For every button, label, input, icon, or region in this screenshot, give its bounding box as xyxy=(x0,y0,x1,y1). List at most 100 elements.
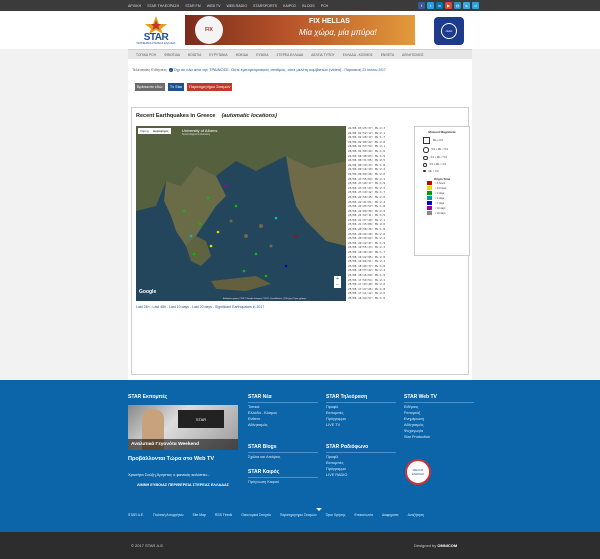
main-nav-item[interactable]: ΑΘΛΗΤΙΣΜΟΣ xyxy=(402,53,424,57)
email-icon[interactable]: @ xyxy=(454,2,461,9)
footer-link[interactable]: Διαφημιστε xyxy=(382,513,399,517)
designed-by-label: Designed by xyxy=(414,543,437,548)
facebook-icon[interactable]: f xyxy=(418,2,425,9)
skype-icon[interactable]: s xyxy=(463,2,470,9)
breadcrumb-button[interactable]: Tv Star xyxy=(167,83,185,91)
footer-column-link[interactable]: Αθλητισμός xyxy=(248,423,318,427)
digg-icon[interactable]: d xyxy=(472,2,479,9)
footer-column-link[interactable]: Ειδήσεις xyxy=(404,405,474,409)
footer-column-link[interactable]: Πρόγραμμα xyxy=(326,467,396,471)
legend-mag-row: ML < 3.0 xyxy=(415,170,469,173)
footer-column-link[interactable]: Αθλητισμός xyxy=(404,423,474,427)
main-nav-item[interactable]: ΕΥΒΟΙΑ xyxy=(256,53,268,57)
main-nav-item[interactable]: ΒΟΙΩΤΙΑ xyxy=(188,53,201,57)
footer-column-link[interactable]: Προφίλ xyxy=(326,405,396,409)
footer-link[interactable]: RSS Feeds xyxy=(215,513,232,517)
earthquake-map[interactable]: Χάρτης Δορυφόρος University of Athens Se… xyxy=(136,126,346,301)
webtv-item-1[interactable]: Χρυσήτα Σούζη,Χρηστος ο φανικός καλύπτει… xyxy=(128,472,210,477)
ticker-headline[interactable]: Όχι σε όλα από την ΤΡΑΙΝΟΣΕ. Ούτε εμπορε… xyxy=(174,67,342,72)
footer-column-link[interactable]: Πρόγραμμα xyxy=(326,417,396,421)
footer-link[interactable]: Παρατηρητήριο Σεισμών xyxy=(280,513,317,517)
footer-column-link[interactable]: LIVE TV xyxy=(326,423,396,427)
radio-logo[interactable]: radio xyxy=(434,17,464,45)
footer-link[interactable]: Site Map xyxy=(193,513,206,517)
ticker-label: Τελευταίες Ειδήσεις: xyxy=(132,67,168,72)
satellite-type-button[interactable]: Δορυφόρος xyxy=(151,128,171,134)
legend-mag-label: 5.0 ≤ ML < 6.0 xyxy=(431,148,449,152)
map-attribution: Δεδομένα χάρτη ©2017 Google Imagery ©201… xyxy=(222,298,306,300)
designer-logo[interactable]: OMNICOM xyxy=(437,543,457,548)
top-nav-item[interactable]: WEB RADIO xyxy=(226,4,247,8)
main-nav-item[interactable]: ΣΤΕΡΕΑ ΕΛΛΑΔΑ xyxy=(276,53,303,57)
copyright: © 2017 STAR Α.Ε. xyxy=(131,543,165,548)
footer-column-link[interactable]: Ελλάδα - Κόσμος xyxy=(248,411,318,415)
main-nav-item[interactable]: ΦΩΚΙΔΑ xyxy=(236,53,249,57)
top-nav-item[interactable]: ΚΑΙΡΟΣ xyxy=(283,4,296,8)
main-nav-item[interactable]: ΕΝΘΕΤΑ xyxy=(381,53,394,57)
top-nav-item[interactable]: WEB TV xyxy=(207,4,221,8)
fix-hellas-banner[interactable]: FIX FIX HELLAS Μία χώρα, μία μπύρα! xyxy=(185,15,415,45)
legend-mag-row: 3.0 ≤ ML < 4.0 xyxy=(415,163,469,167)
quake-row[interactable]: 23/06 16:54:57: ML:1.9 xyxy=(346,296,410,301)
legend-time-label: < 24 hours xyxy=(435,186,447,190)
main-nav-item[interactable]: ΦΘΙΩΤΙΔΑ xyxy=(164,53,180,57)
top-nav: ΑΡΧΙΚΗ STAR ΤΗΛΕΟΡΑΣΗ STAR FM WEB TV WEB RAD… xyxy=(128,0,328,11)
footer-column-link[interactable]: LIVE RADIO xyxy=(326,473,396,477)
footer-column-link[interactable]: Ρεπορτάζ xyxy=(404,411,474,415)
legend-time-label: < 6 hours xyxy=(435,181,446,185)
linkedin-icon[interactable]: in xyxy=(436,2,443,9)
footer-column: STAR Τηλεόραση Προφίλ Εκπομπές Πρόγραμμα LIV… xyxy=(326,394,396,427)
legend-box: Moment Magnitude ML ≥ 6.0 5.0 ≤ ML < 6.0 4… xyxy=(414,126,470,256)
footer-column-title: STAR Ραδιόφωνο xyxy=(326,444,396,453)
top-nav-item[interactable]: STARSPORTS xyxy=(253,4,277,8)
top-nav-item[interactable]: PCH xyxy=(321,4,329,8)
footer-column: STAR Web TV Ειδήσεις Ρεπορτάζ Ενημέρωση Αθλη… xyxy=(404,394,474,439)
footer-column-link[interactable]: Εκπομπές xyxy=(326,461,396,465)
webtv-item-2[interactable]: ΛΙΜΝΗ ΕΥΒΟΙΑΣ ΠΕΡΙΦΕΡΕΙΑ ΣΤΕΡΕΑΣ ΕΛΛΑΔΑΣ xyxy=(128,483,238,488)
footer-column: STAR Ραδιόφωνο Προφίλ Εκπομπές Πρόγραμμα LIV… xyxy=(326,444,396,477)
footer-column-title: STAR Τηλεόραση xyxy=(326,394,396,403)
footer-link[interactable]: Οικονομικά Στοιχεία xyxy=(241,513,271,517)
legend-time-label: < 7 days xyxy=(435,201,445,205)
breadcrumb-button[interactable]: Παρατηρητήριο Σεισμών xyxy=(187,83,233,91)
map-type-button[interactable]: Χάρτης xyxy=(138,128,151,134)
top-nav-item[interactable]: BLOGS xyxy=(302,4,314,8)
main-nav-item[interactable]: ΤΟΠΙΚΑ ΡΟΗ xyxy=(136,53,156,57)
legend-mag-label: 4.0 ≤ ML < 5.0 xyxy=(430,156,448,160)
time-range-links[interactable]: Last 24h - Last 48h - Last 10 days - Las… xyxy=(136,305,264,309)
footer-column-link[interactable]: Star Production xyxy=(404,435,474,439)
google-logo: Google xyxy=(139,289,157,295)
promo-video[interactable]: STAR Αναλυτικά Γεγονότα Weekend xyxy=(128,405,238,450)
top-nav-item[interactable]: STAR ΤΗΛΕΟΡΑΣΗ xyxy=(147,4,179,8)
legend-mag-row: ML ≥ 6.0 xyxy=(415,137,469,144)
footer-link[interactable]: Επικοινωνία xyxy=(355,513,373,517)
footer-column-link[interactable]: Εκπομπές xyxy=(326,411,396,415)
footer-column-link[interactable]: Σχόλια και Απόψεις xyxy=(248,455,318,459)
footer-link[interactable]: STAR Α.Ε. xyxy=(128,513,144,517)
footer-column-link[interactable]: Πρόγνωση Καιρού xyxy=(248,480,318,484)
youtube-icon[interactable]: ▶ xyxy=(445,2,452,9)
main-nav-item[interactable]: ΕΛΛΑΔΑ - ΚΟΣΜΟΣ xyxy=(343,53,373,57)
footer-column-link[interactable]: Προφίλ xyxy=(326,455,396,459)
footer-column-link[interactable]: Ενημέρωση xyxy=(404,417,474,421)
footer-column-link[interactable]: Ενθετα xyxy=(248,417,318,421)
color-swatch xyxy=(427,181,432,185)
banner-slogan: Μία χώρα, μία μπύρα! xyxy=(299,28,377,37)
main-nav-item[interactable]: ΔΕΛΤΙΑ ΤΥΠΟΥ xyxy=(311,53,334,57)
top-nav-item[interactable]: ΑΡΧΙΚΗ xyxy=(128,4,141,8)
footer-column-link[interactable]: Τοπικά xyxy=(248,405,318,409)
footer-link[interactable]: Πολιτική Απορρήτου xyxy=(153,513,183,517)
twitter-icon[interactable]: t xyxy=(427,2,434,9)
footer-column-link[interactable]: Ψυχαγωγία xyxy=(404,429,474,433)
footer-link[interactable]: Αναζήτηση xyxy=(408,513,424,517)
designed-by: Designed by OMNICOM xyxy=(414,543,457,548)
top-nav-item[interactable]: STAR FM xyxy=(185,4,201,8)
site-logo[interactable]: STAR ΠΕΡΙΦΕΡΕΙΑ ΣΤΕΡΕΑΣ ΕΛΛΑΔΑΣ xyxy=(134,14,178,47)
footer-link[interactable]: Όροι Χρήσης xyxy=(326,513,346,517)
breadcrumb-button[interactable]: Βρίσκεστε εδώ: xyxy=(135,83,165,91)
zoom-out-button[interactable]: − xyxy=(334,282,341,288)
footer-column: STAR Νέα Τοπικά Ελλάδα - Κόσμος Ενθετα Αθλητ… xyxy=(248,394,318,427)
main-nav-item[interactable]: ΕΥΡΥΤΑΝΙΑ xyxy=(209,53,227,57)
uoa-subtitle: Seismological Laboratory xyxy=(182,133,211,136)
legend-mag-rows: ML ≥ 6.0 5.0 ≤ ML < 6.0 4.0 ≤ ML < 5.0 3.0 … xyxy=(415,137,469,173)
